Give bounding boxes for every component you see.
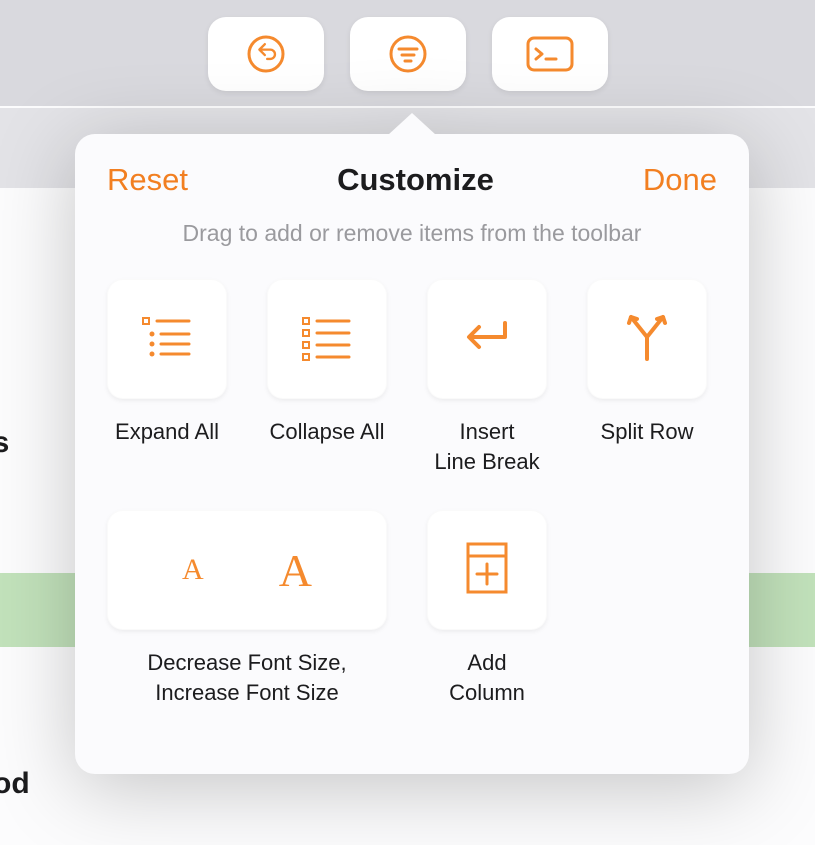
item-label: Split Row bbox=[601, 417, 694, 447]
popover-arrow bbox=[388, 113, 436, 135]
customize-popover: Reset Customize Done Drag to add or remo… bbox=[75, 108, 749, 774]
increase-font-icon: A bbox=[279, 544, 312, 597]
return-icon bbox=[459, 315, 515, 364]
popover-hint: Drag to add or remove items from the too… bbox=[107, 220, 717, 247]
item-label: Expand All bbox=[115, 417, 219, 447]
popover-header: Reset Customize Done bbox=[107, 162, 717, 198]
reset-button[interactable]: Reset bbox=[107, 162, 188, 198]
popover-title: Customize bbox=[188, 162, 643, 198]
item-label: Collapse All bbox=[270, 417, 385, 447]
item-label: Decrease Font Size, Increase Font Size bbox=[107, 648, 387, 707]
add-column-icon bbox=[462, 540, 512, 601]
terminal-icon bbox=[522, 32, 578, 76]
collapse-all-icon bbox=[297, 312, 357, 367]
undo-icon bbox=[243, 31, 289, 77]
item-split-row[interactable]: Split Row bbox=[587, 279, 707, 476]
toolbar-undo-button[interactable] bbox=[208, 17, 324, 91]
item-collapse-all[interactable]: Collapse All bbox=[267, 279, 387, 476]
item-label: Add Column bbox=[427, 648, 547, 707]
item-expand-all[interactable]: Expand All bbox=[107, 279, 227, 476]
done-button[interactable]: Done bbox=[643, 162, 717, 198]
toolbar-terminal-button[interactable] bbox=[492, 17, 608, 91]
toolbar-filter-button[interactable] bbox=[350, 17, 466, 91]
toolbar-item-grid: Expand All bbox=[107, 279, 717, 708]
item-add-column[interactable]: Add Column bbox=[427, 510, 547, 707]
background-partial-text: ons bbox=[0, 426, 9, 460]
expand-all-icon bbox=[137, 312, 197, 367]
item-label: Insert Line Break bbox=[434, 417, 539, 476]
background-partial-text: od bbox=[0, 767, 30, 801]
toolbar bbox=[0, 17, 815, 91]
item-font-size[interactable]: A A Decrease Font Size, Increase Font Si… bbox=[107, 510, 387, 707]
split-row-icon bbox=[623, 311, 671, 368]
filter-icon bbox=[385, 31, 431, 77]
item-insert-line-break[interactable]: Insert Line Break bbox=[427, 279, 547, 476]
decrease-font-icon: A bbox=[182, 553, 204, 587]
